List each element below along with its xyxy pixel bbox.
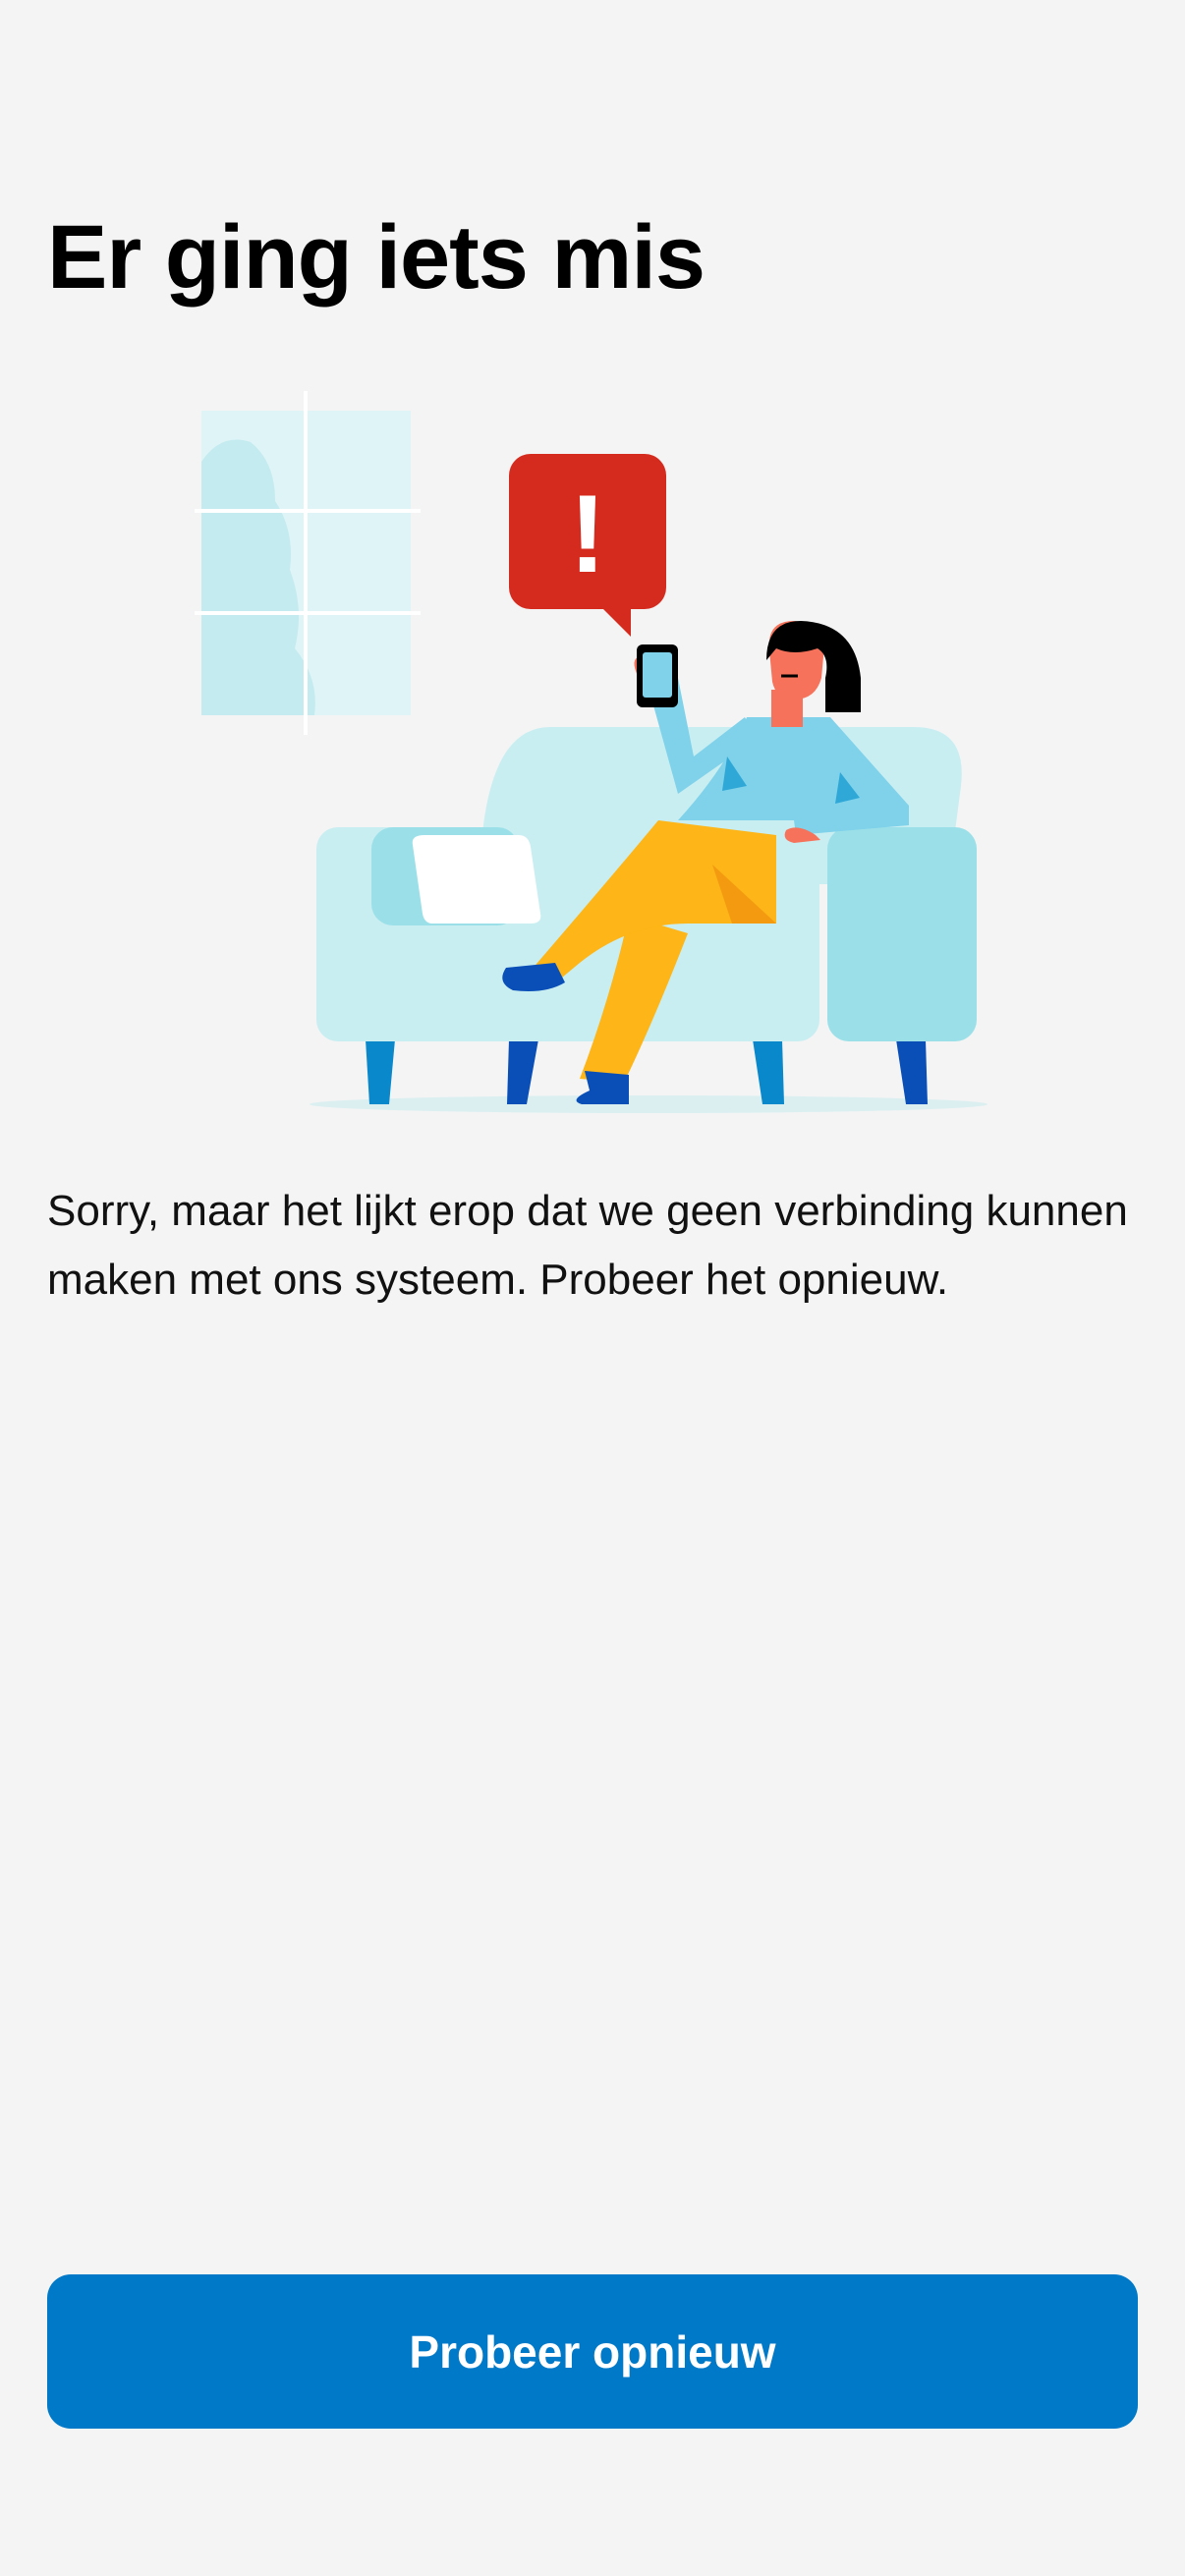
retry-button[interactable]: Probeer opnieuw <box>47 2274 1138 2429</box>
error-message: Sorry, maar het lijkt erop dat we geen v… <box>47 1187 1128 1304</box>
window-illustration <box>195 391 421 735</box>
error-screen: Er ging iets mis ! Sorry, maar het lijkt… <box>0 0 1185 2576</box>
alert-bubble-illustration: ! <box>509 454 666 637</box>
exclamation-alert-icon: ! <box>569 473 605 595</box>
page-title: Er ging iets mis <box>47 207 705 308</box>
error-illustration: ! <box>195 391 988 1113</box>
